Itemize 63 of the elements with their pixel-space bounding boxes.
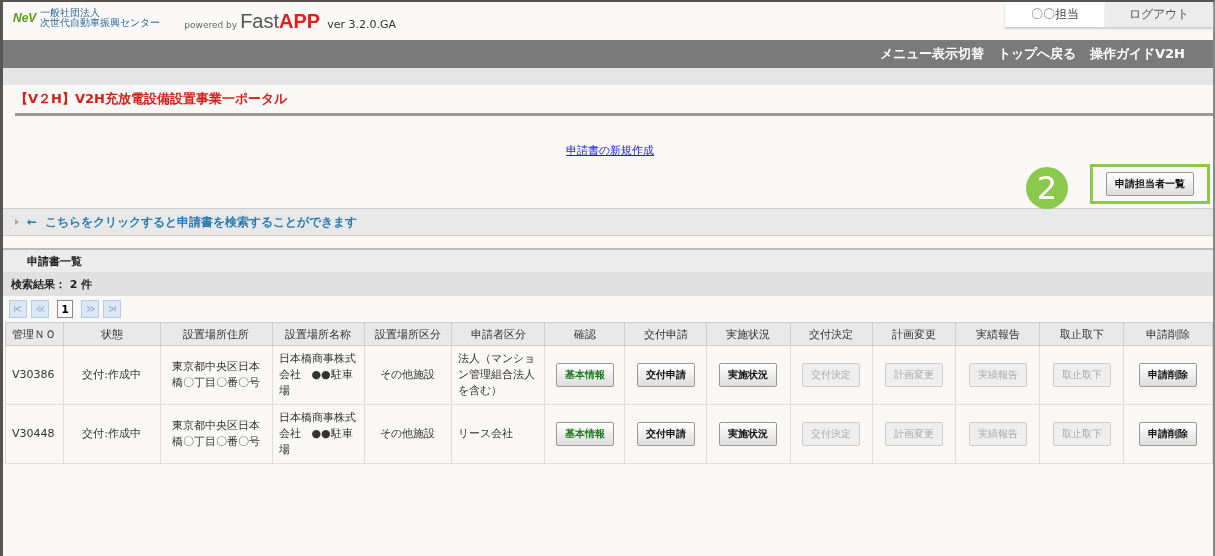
- row-action-button[interactable]: 実施状況: [719, 422, 778, 446]
- column-header: 取止取下: [1039, 322, 1124, 346]
- pager-button[interactable]: [31, 300, 49, 318]
- row-action-button[interactable]: 交付申請: [636, 422, 695, 446]
- table-cell: その他施設: [364, 404, 452, 464]
- org-name: 次世代自動車振興センター: [40, 18, 161, 28]
- page-number[interactable]: 1: [57, 300, 73, 318]
- logout-button[interactable]: ログアウト: [1105, 2, 1213, 27]
- section-title: 申請書一覧: [27, 253, 82, 269]
- table-cell: 法人（マンション管理組合法人を含む）: [451, 345, 545, 405]
- nav-link[interactable]: 操作ガイドV2H: [1090, 45, 1185, 63]
- skip-arrow-icon: [35, 304, 45, 314]
- table-cell: V30448: [5, 404, 63, 464]
- column-header: 申請者区分: [451, 322, 545, 346]
- pager-button[interactable]: [9, 300, 27, 318]
- skip-arrow-icon: [13, 304, 23, 314]
- table-cell: 日本橋商事株式会社 ●●駐車場: [272, 345, 365, 405]
- column-header: 設置場所住所: [160, 322, 272, 346]
- user-name: 〇〇担当: [1005, 2, 1105, 27]
- row-action-button[interactable]: 申請削除: [1139, 363, 1198, 387]
- skip-arrow-icon: [107, 304, 117, 314]
- version-text: ver 3.2.0.GA: [327, 18, 396, 31]
- org-name: 一般社団法人: [40, 8, 102, 18]
- step-number-badge: 2: [1026, 167, 1068, 209]
- new-application-link[interactable]: 申請書の新規作成: [566, 143, 654, 158]
- expand-icon: [15, 219, 19, 225]
- row-action-button[interactable]: 基本情報: [555, 363, 614, 387]
- table-cell: V30386: [5, 345, 63, 405]
- search-toggle-link[interactable]: ← こちらをクリックすると申請書を検索することができます: [27, 213, 358, 231]
- column-header: 設置場所名称: [272, 322, 365, 346]
- pager-button[interactable]: [103, 300, 121, 318]
- row-action-button[interactable]: 基本情報: [555, 422, 614, 446]
- column-header: 設置場所区分: [364, 322, 452, 346]
- pager-button[interactable]: [81, 300, 99, 318]
- brand-text: APP: [279, 10, 321, 33]
- column-header: 確認: [544, 322, 625, 346]
- table-cell: 交付:作成中: [63, 404, 161, 464]
- nav-link[interactable]: メニュー表示切替: [880, 45, 984, 63]
- column-header: 申請削除: [1123, 322, 1213, 346]
- table-cell: 東京都中央区日本橋〇丁目〇番〇号: [160, 404, 272, 464]
- brand-text: Fast: [240, 10, 280, 33]
- column-header: 交付申請: [624, 322, 707, 346]
- column-header: 交付決定: [790, 322, 873, 346]
- row-action-button[interactable]: 交付申請: [636, 363, 695, 387]
- powered-by-text: powered by: [184, 20, 238, 30]
- table-cell: その他施設: [364, 345, 452, 405]
- table-cell: リース会社: [451, 404, 545, 464]
- applicant-list-button[interactable]: 申請担当者一覧: [1106, 172, 1194, 196]
- result-count: 検索結果： 2 件: [11, 276, 93, 292]
- column-header: 計画変更: [872, 322, 956, 346]
- column-header: 実施状況: [706, 322, 791, 346]
- row-action-button[interactable]: 申請削除: [1139, 422, 1198, 446]
- column-header: 実績報告: [955, 322, 1040, 346]
- logo-mark: NeV: [13, 11, 37, 25]
- column-header: 管理ＮＯ: [5, 322, 63, 346]
- nav-link[interactable]: トップへ戻る: [998, 45, 1076, 63]
- row-action-button[interactable]: 実施状況: [719, 363, 778, 387]
- column-header: 状態: [63, 322, 161, 346]
- table-cell: 交付:作成中: [63, 345, 161, 405]
- table-cell: 日本橋商事株式会社 ●●駐車場: [272, 404, 365, 464]
- page-title: 【V２H】V2H充放電設備設置事業一ポータル: [15, 90, 287, 108]
- table-cell: 東京都中央区日本橋〇丁目〇番〇号: [160, 345, 272, 405]
- skip-arrow-icon: [85, 304, 95, 314]
